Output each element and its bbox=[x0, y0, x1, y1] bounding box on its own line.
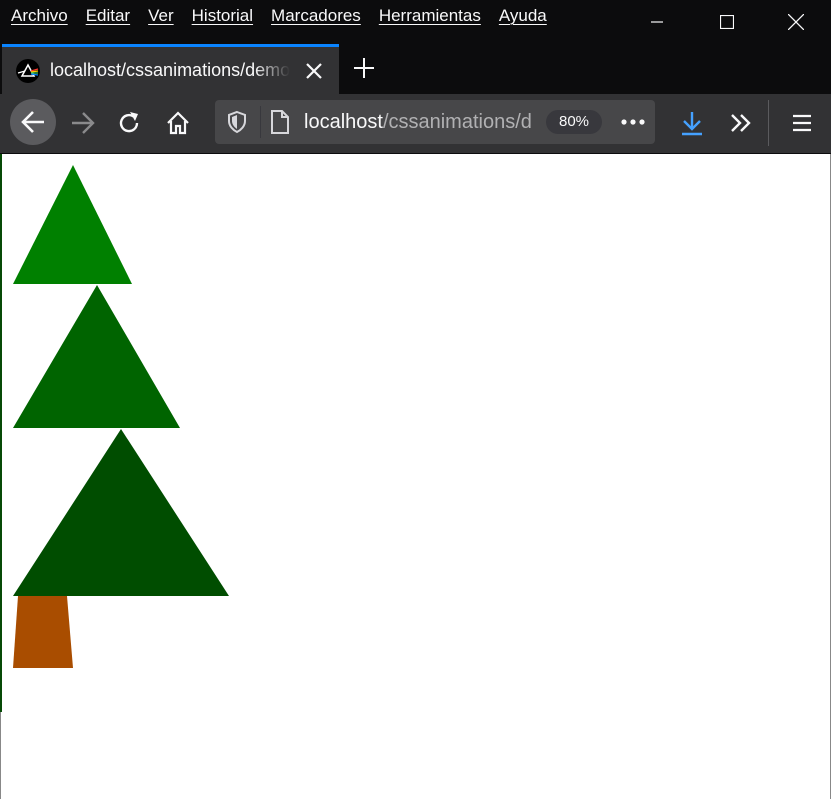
menu-editar[interactable]: Editar bbox=[86, 6, 130, 26]
prism-favicon-icon bbox=[16, 59, 40, 83]
close-icon bbox=[788, 14, 804, 30]
tree-bottom-triangle bbox=[13, 429, 229, 596]
back-arrow-icon bbox=[21, 111, 44, 133]
close-window-button[interactable] bbox=[773, 0, 819, 44]
shield-icon[interactable] bbox=[225, 110, 249, 139]
menu-ayuda[interactable]: Ayuda bbox=[499, 6, 547, 26]
menu-button[interactable] bbox=[781, 102, 823, 144]
page-icon bbox=[269, 109, 291, 140]
more-dots-icon[interactable] bbox=[620, 112, 646, 137]
close-tab-icon bbox=[306, 63, 322, 79]
toolbar-separator bbox=[768, 100, 769, 146]
urlbar-divider bbox=[260, 106, 261, 138]
tree-top-triangle bbox=[13, 165, 132, 284]
back-button[interactable] bbox=[10, 99, 56, 145]
reload-button[interactable] bbox=[108, 102, 150, 144]
tree-middle-triangle bbox=[13, 285, 180, 428]
menu-marcadores[interactable]: Marcadores bbox=[271, 6, 361, 26]
chevron-double-right-icon bbox=[731, 114, 751, 132]
download-button[interactable] bbox=[671, 102, 713, 144]
minimize-icon bbox=[651, 21, 663, 23]
plus-icon bbox=[354, 58, 374, 78]
menu-herramientas[interactable]: Herramientas bbox=[379, 6, 481, 26]
menu-archivo[interactable]: Archivo bbox=[11, 6, 68, 26]
navigation-bar: localhost/cssanimations/demo.html 80% bbox=[0, 94, 831, 154]
url-text[interactable]: localhost/cssanimations/demo.html bbox=[304, 111, 532, 134]
new-tab-button[interactable] bbox=[350, 54, 378, 82]
home-icon bbox=[167, 111, 189, 135]
tab-title: localhost/cssanimations/demo.html bbox=[50, 60, 290, 80]
url-path: /cssanimations/demo.html bbox=[382, 111, 532, 133]
forward-arrow-icon bbox=[72, 112, 95, 134]
url-bar[interactable]: localhost/cssanimations/demo.html 80% bbox=[215, 100, 655, 144]
menubar: Archivo Editar Ver Historial Marcadores … bbox=[0, 0, 831, 44]
url-host: localhost bbox=[304, 111, 383, 133]
tree-trunk bbox=[13, 596, 73, 668]
reload-icon bbox=[119, 112, 139, 133]
maximize-button[interactable] bbox=[704, 0, 750, 44]
menu-ver[interactable]: Ver bbox=[148, 6, 174, 26]
hamburger-menu-icon bbox=[793, 114, 811, 132]
tree-drawing bbox=[13, 165, 229, 668]
home-button[interactable] bbox=[157, 102, 199, 144]
content-left-edge bbox=[0, 154, 2, 712]
maximize-icon bbox=[720, 15, 734, 29]
menu-items: Archivo Editar Ver Historial Marcadores … bbox=[11, 6, 565, 26]
tab-close-button[interactable] bbox=[302, 59, 326, 83]
zoom-indicator[interactable]: 80% bbox=[546, 110, 602, 134]
forward-button[interactable] bbox=[62, 102, 104, 144]
download-icon bbox=[682, 112, 702, 136]
overflow-button[interactable] bbox=[720, 102, 762, 144]
tab-bar: localhost/cssanimations/demo.html bbox=[0, 44, 831, 94]
minimize-button[interactable] bbox=[634, 0, 680, 44]
menu-historial[interactable]: Historial bbox=[192, 6, 253, 26]
page-content bbox=[0, 154, 831, 799]
tab-active[interactable]: localhost/cssanimations/demo.html bbox=[2, 44, 339, 94]
